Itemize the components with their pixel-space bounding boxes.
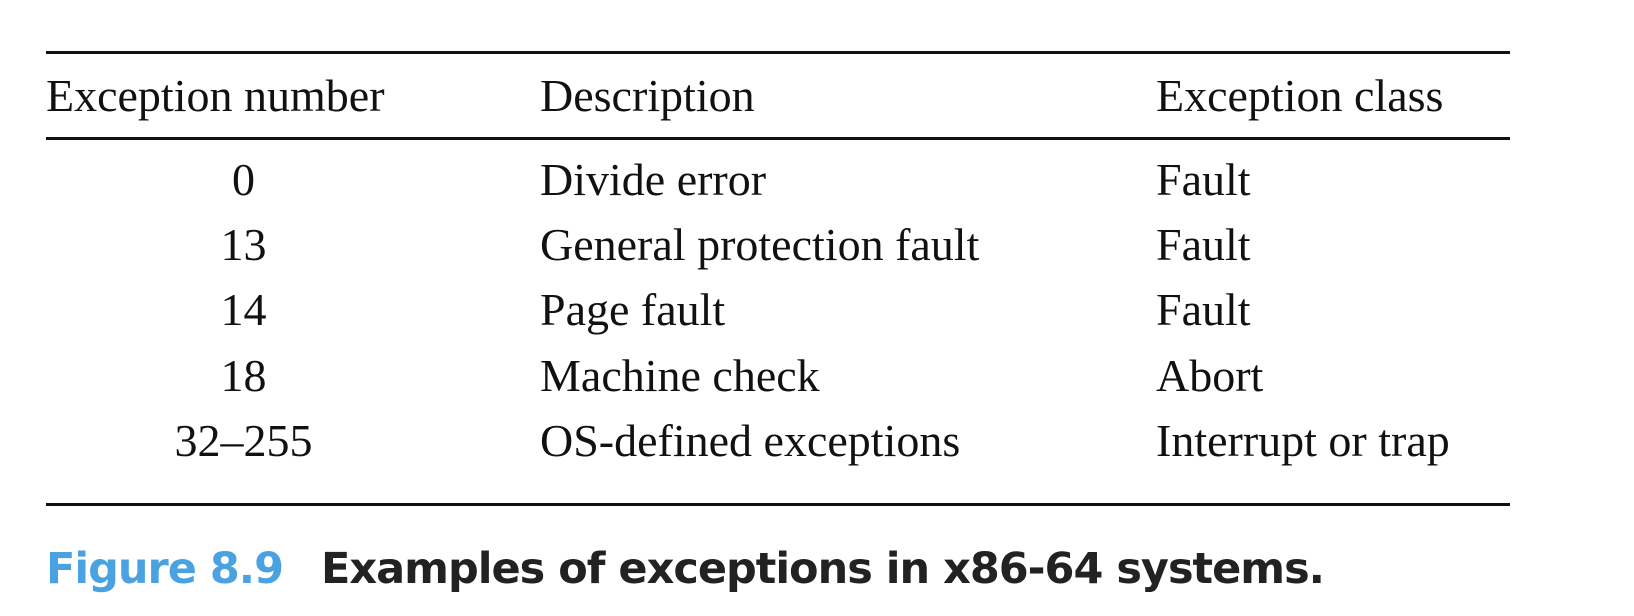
figure-title: Examples of exceptions in x86-64 systems… — [321, 544, 1325, 594]
exception-number: 32–255 — [174, 415, 313, 466]
exception-class: Fault — [1156, 154, 1251, 205]
exception-description: Page fault — [540, 284, 726, 335]
exception-description: Machine check — [540, 350, 820, 401]
exception-description: OS-defined exceptions — [540, 415, 961, 466]
exception-number: 13 — [220, 219, 267, 270]
table-bottom-rule — [46, 503, 1510, 506]
header-exception-class: Exception class — [1156, 70, 1444, 121]
exception-class: Fault — [1156, 284, 1251, 335]
exception-class: Interrupt or trap — [1156, 415, 1450, 466]
table-top-rule — [46, 51, 1510, 54]
exception-number: 14 — [220, 284, 267, 335]
exception-description: Divide error — [540, 154, 767, 205]
exception-class: Fault — [1156, 219, 1251, 270]
exception-number: 18 — [220, 350, 267, 401]
exception-description: General protection fault — [540, 219, 980, 270]
header-exception-number: Exception number — [46, 70, 385, 121]
figure-caption: Figure 8.9 Examples of exceptions in x86-… — [46, 548, 1325, 591]
exception-class: Abort — [1156, 350, 1264, 401]
header-description: Description — [540, 70, 755, 121]
figure-label: Figure 8.9 — [46, 544, 284, 594]
table-header-rule — [46, 137, 1510, 140]
exception-number: 0 — [232, 154, 255, 205]
